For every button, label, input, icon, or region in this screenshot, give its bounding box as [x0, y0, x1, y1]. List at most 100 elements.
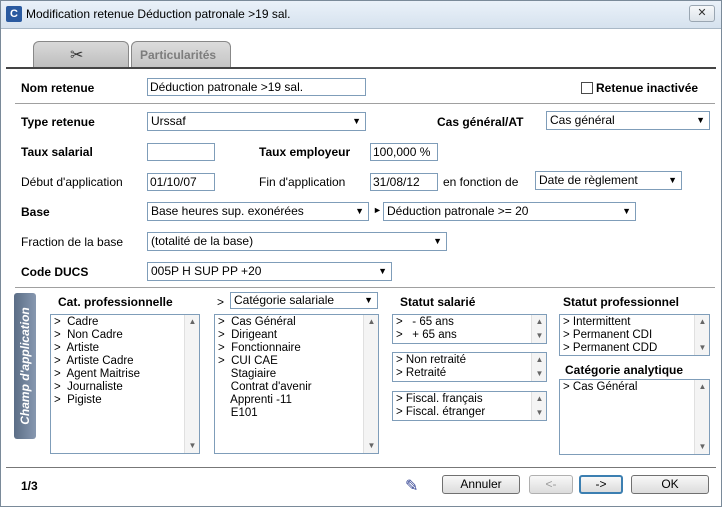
scrollbar[interactable]: ▲ ▼: [531, 315, 546, 343]
base-label: Base: [21, 205, 50, 219]
categorie-analytique-items: > Cas Général: [563, 381, 693, 394]
scroll-down-icon[interactable]: ▼: [532, 329, 546, 343]
scroll-up-icon[interactable]: ▲: [695, 315, 709, 329]
next-button[interactable]: ->: [579, 475, 623, 494]
ok-button[interactable]: OK: [631, 475, 709, 494]
close-button[interactable]: ✕: [689, 5, 715, 22]
scroll-down-icon[interactable]: ▼: [695, 341, 709, 355]
nom-retenue-input[interactable]: Déduction patronale >19 sal.: [147, 78, 366, 96]
list-item[interactable]: > CUI CAE: [218, 355, 362, 368]
fiscal-items: > Fiscal. français > Fiscal. étranger: [396, 393, 530, 419]
type-retenue-select[interactable]: Urssaf ▼: [147, 112, 366, 131]
scroll-down-icon[interactable]: ▼: [532, 406, 546, 420]
fraction-base-value: (totalité de la base): [151, 234, 254, 248]
scroll-down-icon[interactable]: ▼: [695, 440, 709, 454]
age-items: > - 65 ans > + 65 ans: [396, 316, 530, 342]
en-fonction-value: Date de règlement: [539, 173, 638, 187]
list-item[interactable]: > Journaliste: [54, 381, 183, 394]
categorie-salariale-items: > Cas Général > Dirigeant > Fonctionnaire >…: [218, 316, 362, 420]
list-item[interactable]: Stagiaire: [218, 368, 362, 381]
debut-application-input[interactable]: 01/10/07: [147, 173, 215, 191]
list-item[interactable]: > Fiscal. français: [396, 393, 530, 406]
scroll-up-icon[interactable]: ▲: [695, 380, 709, 394]
categorie-salariale-select[interactable]: Catégorie salariale ▼: [230, 292, 378, 309]
base-select[interactable]: Base heures sup. exonérées ▼: [147, 202, 369, 221]
scroll-up-icon[interactable]: ▲: [364, 315, 378, 329]
list-item[interactable]: > Intermittent: [563, 316, 693, 329]
categorie-analytique-list[interactable]: > Cas Général ▲ ▼: [559, 379, 710, 455]
base-detail-value: Déduction patronale >= 20: [387, 204, 529, 218]
code-ducs-label: Code DUCS: [21, 265, 89, 279]
footer-divider: [6, 467, 716, 468]
list-item[interactable]: > Permanent CDI: [563, 329, 693, 342]
list-item[interactable]: > Cas Général: [218, 316, 362, 329]
categorie-salariale-value: Catégorie salariale: [234, 293, 335, 307]
scroll-down-icon[interactable]: ▼: [364, 439, 378, 453]
list-item[interactable]: > Artiste: [54, 342, 183, 355]
fin-application-input[interactable]: 31/08/12: [370, 173, 438, 191]
list-item[interactable]: > + 65 ans: [396, 329, 530, 342]
statut-professionnel-list[interactable]: > Intermittent > Permanent CDI > Permanent…: [559, 314, 710, 356]
list-item[interactable]: > Cas Général: [563, 381, 693, 394]
type-retenue-value: Urssaf: [151, 114, 186, 128]
scissors-icon: ✂: [70, 47, 84, 64]
scrollbar[interactable]: ▲ ▼: [694, 380, 709, 454]
list-item[interactable]: E101: [218, 407, 362, 420]
categorie-salariale-list[interactable]: > Cas Général > Dirigeant > Fonctionnaire >…: [214, 314, 379, 454]
scrollbar[interactable]: ▲ ▼: [694, 315, 709, 355]
separator: [15, 287, 715, 288]
chevron-down-icon: ▼: [668, 175, 677, 185]
list-item[interactable]: > - 65 ans: [396, 316, 530, 329]
scrollbar[interactable]: ▲ ▼: [363, 315, 378, 453]
scroll-up-icon[interactable]: ▲: [532, 353, 546, 367]
list-item[interactable]: > Cadre: [54, 316, 183, 329]
scroll-up-icon[interactable]: ▲: [532, 315, 546, 329]
fiscal-list[interactable]: > Fiscal. français > Fiscal. étranger ▲ ▼: [392, 391, 547, 421]
age-list[interactable]: > - 65 ans > + 65 ans ▲ ▼: [392, 314, 547, 344]
pencil-icon[interactable]: ✎: [405, 476, 427, 495]
list-item[interactable]: Contrat d'avenir: [218, 381, 362, 394]
en-fonction-select[interactable]: Date de règlement ▼: [535, 171, 682, 190]
list-item[interactable]: > Non Cadre: [54, 329, 183, 342]
list-item[interactable]: > Fonctionnaire: [218, 342, 362, 355]
retraite-list[interactable]: > Non retraité > Retraité ▲ ▼: [392, 352, 547, 382]
scroll-down-icon[interactable]: ▼: [532, 367, 546, 381]
tab-particularites[interactable]: Particularités: [131, 41, 231, 68]
chevron-down-icon: ▼: [622, 206, 631, 216]
cas-general-select[interactable]: Cas général ▼: [546, 111, 710, 130]
fraction-base-select[interactable]: (totalité de la base) ▼: [147, 232, 447, 251]
scroll-up-icon[interactable]: ▲: [532, 392, 546, 406]
tab-divider: [6, 67, 716, 69]
cas-general-label: Cas général/AT: [437, 115, 524, 129]
chevron-down-icon: ▼: [378, 266, 387, 276]
list-item[interactable]: > Agent Maitrise: [54, 368, 183, 381]
categorie-analytique-header: Catégorie analytique: [565, 363, 684, 377]
base-detail-select[interactable]: Déduction patronale >= 20 ▼: [383, 202, 636, 221]
taux-salarial-label: Taux salarial: [21, 145, 93, 159]
scrollbar[interactable]: ▲ ▼: [184, 315, 199, 453]
list-item[interactable]: > Retraité: [396, 367, 530, 380]
list-item[interactable]: > Non retraité: [396, 354, 530, 367]
list-item[interactable]: Apprenti -11: [218, 394, 362, 407]
previous-button[interactable]: <-: [529, 475, 573, 494]
scrollbar[interactable]: ▲ ▼: [531, 392, 546, 420]
list-item[interactable]: > Pigiste: [54, 394, 183, 407]
scroll-up-icon[interactable]: ▲: [185, 315, 199, 329]
list-item[interactable]: > Dirigeant: [218, 329, 362, 342]
chevron-down-icon: ▼: [364, 295, 373, 305]
annuler-button[interactable]: Annuler: [442, 475, 520, 494]
tab-general[interactable]: ✂: [33, 41, 129, 68]
list-item[interactable]: > Artiste Cadre: [54, 355, 183, 368]
chevron-down-icon: ▼: [433, 236, 442, 246]
list-item[interactable]: > Fiscal. étranger: [396, 406, 530, 419]
window-title: Modification retenue Déduction patronale…: [26, 7, 291, 21]
taux-salarial-input[interactable]: [147, 143, 215, 161]
cat-professionnelle-list[interactable]: > Cadre > Non Cadre > Artiste > Artiste Cad…: [50, 314, 200, 454]
taux-employeur-input[interactable]: 100,000 %: [370, 143, 438, 161]
retenue-inactivee-checkbox[interactable]: [581, 82, 593, 94]
scrollbar[interactable]: ▲ ▼: [531, 353, 546, 381]
code-ducs-select[interactable]: 005P H SUP PP +20 ▼: [147, 262, 392, 281]
scroll-down-icon[interactable]: ▼: [185, 439, 199, 453]
app-icon: C: [6, 6, 22, 22]
list-item[interactable]: > Permanent CDD: [563, 342, 693, 355]
